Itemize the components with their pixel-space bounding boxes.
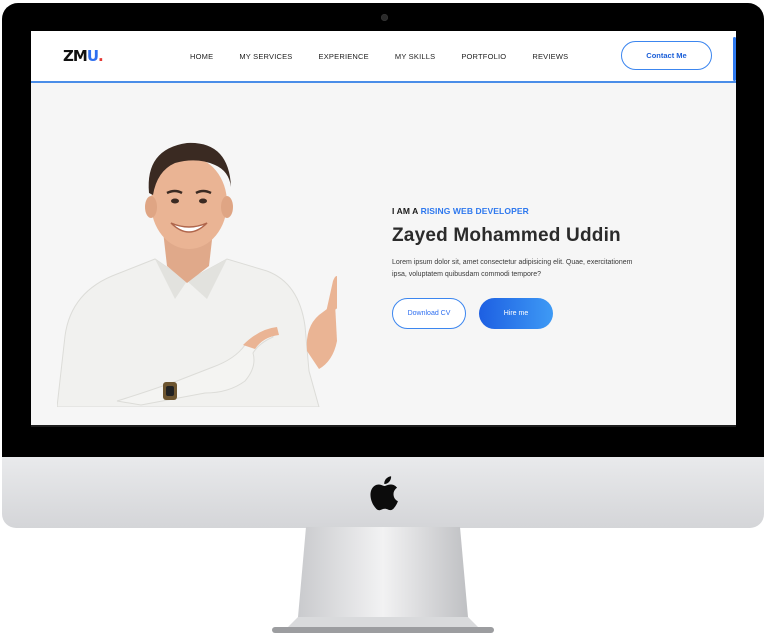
nav-link-reviews[interactable]: REVIEWS xyxy=(532,52,568,61)
hero-description: Lorem ipsum dolor sit, amet consectetur … xyxy=(392,259,633,278)
site-logo[interactable]: ZMU. xyxy=(63,46,104,66)
download-cv-button[interactable]: Download CV xyxy=(392,298,466,329)
nav-link-home[interactable]: HOME xyxy=(190,52,213,61)
nav-link-my-skills[interactable]: MY SKILLS xyxy=(395,52,435,61)
hero-tagline-prefix: I AM A xyxy=(392,206,419,216)
logo-text-accent: U xyxy=(86,47,99,65)
hero-text-block: I AM A RISING WEB DEVELOPER Zayed Mohamm… xyxy=(392,205,682,329)
website-screen: ZMU. HOME MY SERVICES EXPERIENCE MY SKIL… xyxy=(31,31,736,427)
scrollbar-thumb[interactable] xyxy=(733,37,736,81)
nav-menu: HOME MY SERVICES EXPERIENCE MY SKILLS PO… xyxy=(190,31,568,81)
screen-bottom-edge xyxy=(31,425,736,427)
logo-dot: . xyxy=(98,47,104,65)
hero-name-heading: Zayed Mohammed Uddin xyxy=(392,225,621,246)
nav-link-my-services[interactable]: MY SERVICES xyxy=(239,52,292,61)
monitor-chin xyxy=(2,457,764,528)
camera-icon xyxy=(381,14,388,21)
hero-portrait-image xyxy=(57,142,337,407)
nav-link-portfolio[interactable]: PORTFOLIO xyxy=(461,52,506,61)
monitor-stand xyxy=(272,527,494,633)
hero-tagline: I AM A RISING WEB DEVELOPER xyxy=(392,205,682,217)
hero-tagline-accent: RISING WEB DEVELOPER xyxy=(420,206,529,216)
nav-link-experience[interactable]: EXPERIENCE xyxy=(319,52,369,61)
hire-me-button[interactable]: Hire me xyxy=(479,298,553,329)
logo-text-main: ZM xyxy=(63,47,88,65)
apple-logo-icon xyxy=(370,475,398,510)
hero-buttons: Download CV Hire me xyxy=(392,298,682,329)
navbar: ZMU. HOME MY SERVICES EXPERIENCE MY SKIL… xyxy=(31,31,736,83)
contact-me-button[interactable]: Contact Me xyxy=(621,41,712,70)
